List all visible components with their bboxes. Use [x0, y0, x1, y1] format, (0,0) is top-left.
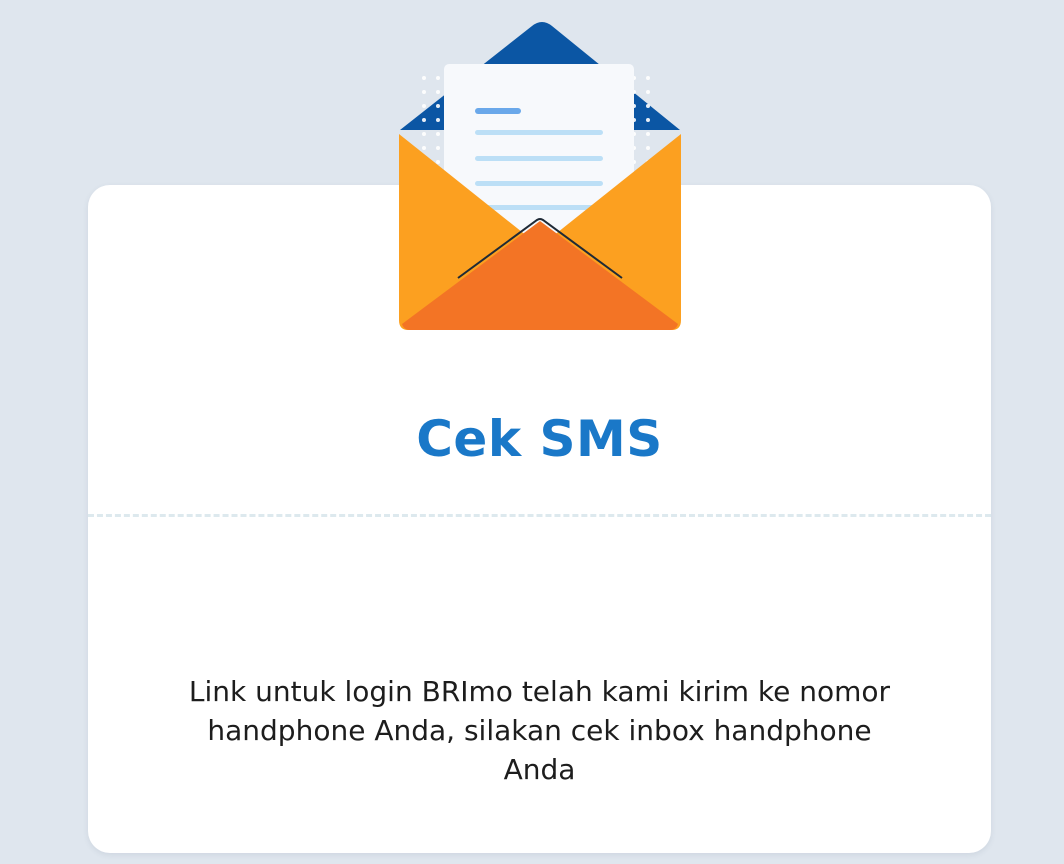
- dialog-message: Link untuk login BRImo telah kami kirim …: [188, 675, 891, 786]
- dialog-title: Cek SMS: [416, 410, 663, 468]
- dashed-divider: [88, 514, 991, 517]
- envelope-letter-icon: [399, 22, 681, 330]
- sms-check-screen: Cek SMS Link untuk login BRImo telah kam…: [0, 0, 1064, 864]
